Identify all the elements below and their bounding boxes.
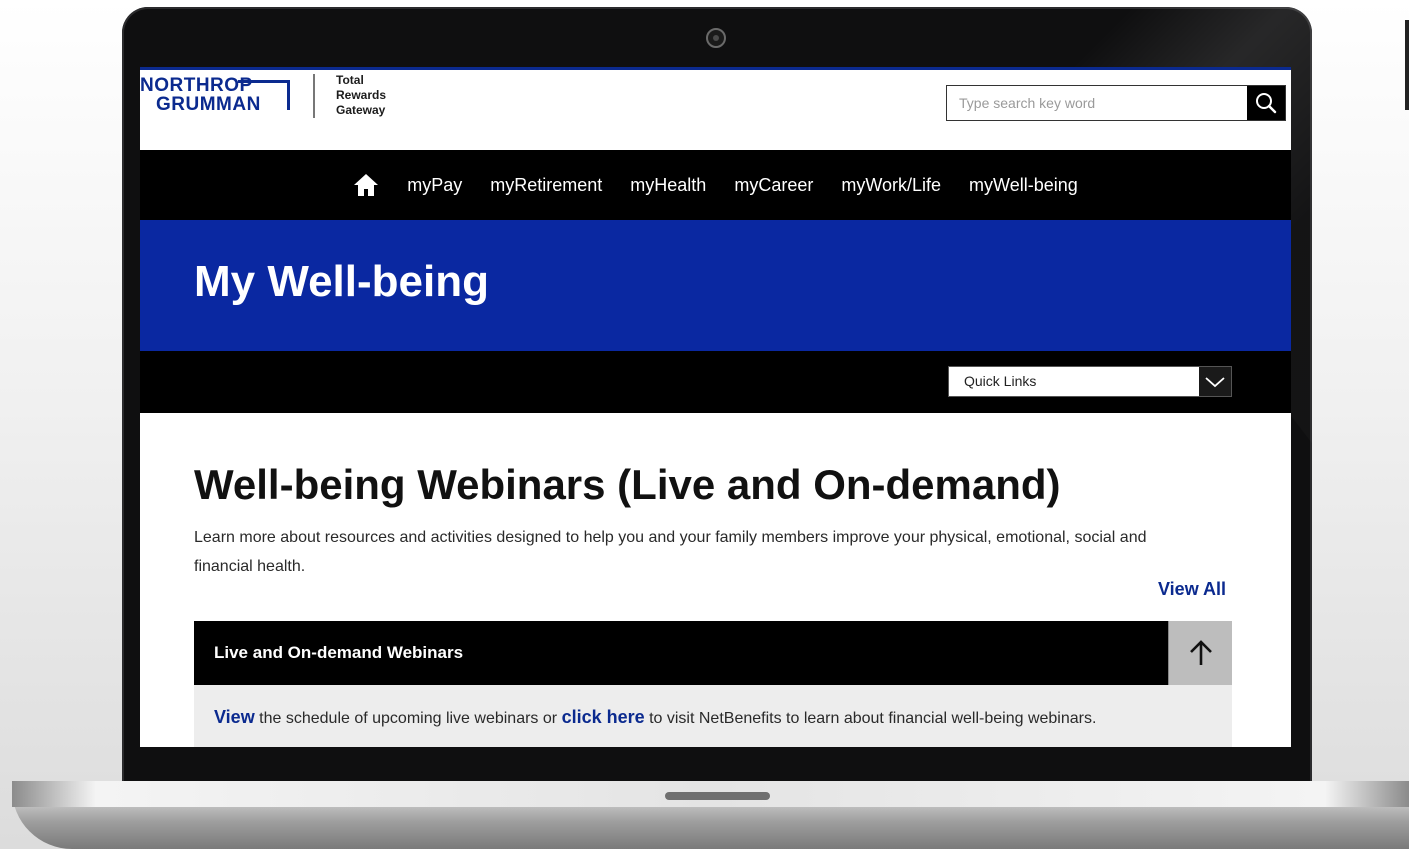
- edge-mark: [1405, 20, 1409, 110]
- tagline-line1: Total: [336, 73, 364, 87]
- main-nav: myPay myRetirement myHealth myCareer myW…: [140, 150, 1291, 220]
- accordion-body: View the schedule of upcoming live webin…: [194, 685, 1232, 747]
- quick-links-bar: Quick Links: [140, 351, 1291, 413]
- view-all-link[interactable]: View All: [1158, 579, 1226, 600]
- home-icon: [354, 174, 379, 196]
- page-banner: My Well-being: [140, 220, 1291, 351]
- accordion-text-part2: to visit NetBenefits to learn about fina…: [649, 710, 1097, 727]
- logo-line2: GRUMMAN: [156, 94, 261, 115]
- nav-item-mywell-being[interactable]: myWell-being: [969, 175, 1078, 196]
- search-button[interactable]: [1247, 86, 1285, 120]
- arrow-up-icon: [1189, 640, 1212, 665]
- accordion-title: Live and On-demand Webinars: [214, 643, 464, 662]
- search-box: [946, 85, 1286, 121]
- quick-links-toggle[interactable]: [1199, 367, 1231, 396]
- logo-line1: NORTHROP: [140, 75, 253, 96]
- camera-icon: [706, 28, 726, 48]
- nav-item-myhealth[interactable]: myHealth: [630, 175, 706, 196]
- search-input[interactable]: [947, 86, 1245, 120]
- search-icon: [1256, 93, 1277, 114]
- gateway-tagline: Total Rewards Gateway: [336, 73, 416, 118]
- accordion-text-part1: the schedule of upcoming live webinars o…: [259, 710, 558, 727]
- nav-item-myretirement[interactable]: myRetirement: [490, 175, 602, 196]
- nav-home[interactable]: [353, 173, 379, 197]
- browser-screen: NORTHROP GRUMMAN Total Rewards Gateway T…: [140, 67, 1291, 747]
- site-header: NORTHROP GRUMMAN Total Rewards Gateway: [140, 70, 1291, 150]
- accordion-collapse-button[interactable]: [1168, 621, 1232, 685]
- laptop-notch: [665, 792, 770, 800]
- nav-item-mywork-life[interactable]: myWork/Life: [841, 175, 941, 196]
- quick-links-dropdown[interactable]: Quick Links: [948, 366, 1232, 397]
- logo-divider: [313, 74, 315, 118]
- logo-bar-vertical: [287, 80, 290, 110]
- accordion-text: View the schedule of upcoming live webin…: [214, 707, 1096, 728]
- page-title: My Well-being: [194, 257, 489, 306]
- northrop-grumman-logo[interactable]: NORTHROP GRUMMAN: [140, 74, 290, 116]
- main-content: Well-being Webinars (Live and On-demand)…: [140, 413, 1291, 747]
- quick-links-label: Quick Links: [964, 373, 1037, 389]
- tagline-line3: Gateway: [336, 103, 386, 117]
- view-schedule-link[interactable]: View: [214, 707, 255, 727]
- click-here-link[interactable]: click here: [562, 707, 645, 727]
- tagline-line2: Rewards: [336, 88, 387, 102]
- section-description: Learn more about resources and activitie…: [194, 529, 1147, 575]
- chevron-down-icon: [1205, 376, 1225, 387]
- nav-item-mypay[interactable]: myPay: [407, 175, 462, 196]
- nav-item-mycareer[interactable]: myCareer: [734, 175, 813, 196]
- logo-bar: [238, 80, 290, 83]
- section-heading: Well-being Webinars (Live and On-demand): [194, 461, 1061, 508]
- accordion-header[interactable]: Live and On-demand Webinars: [194, 621, 1232, 685]
